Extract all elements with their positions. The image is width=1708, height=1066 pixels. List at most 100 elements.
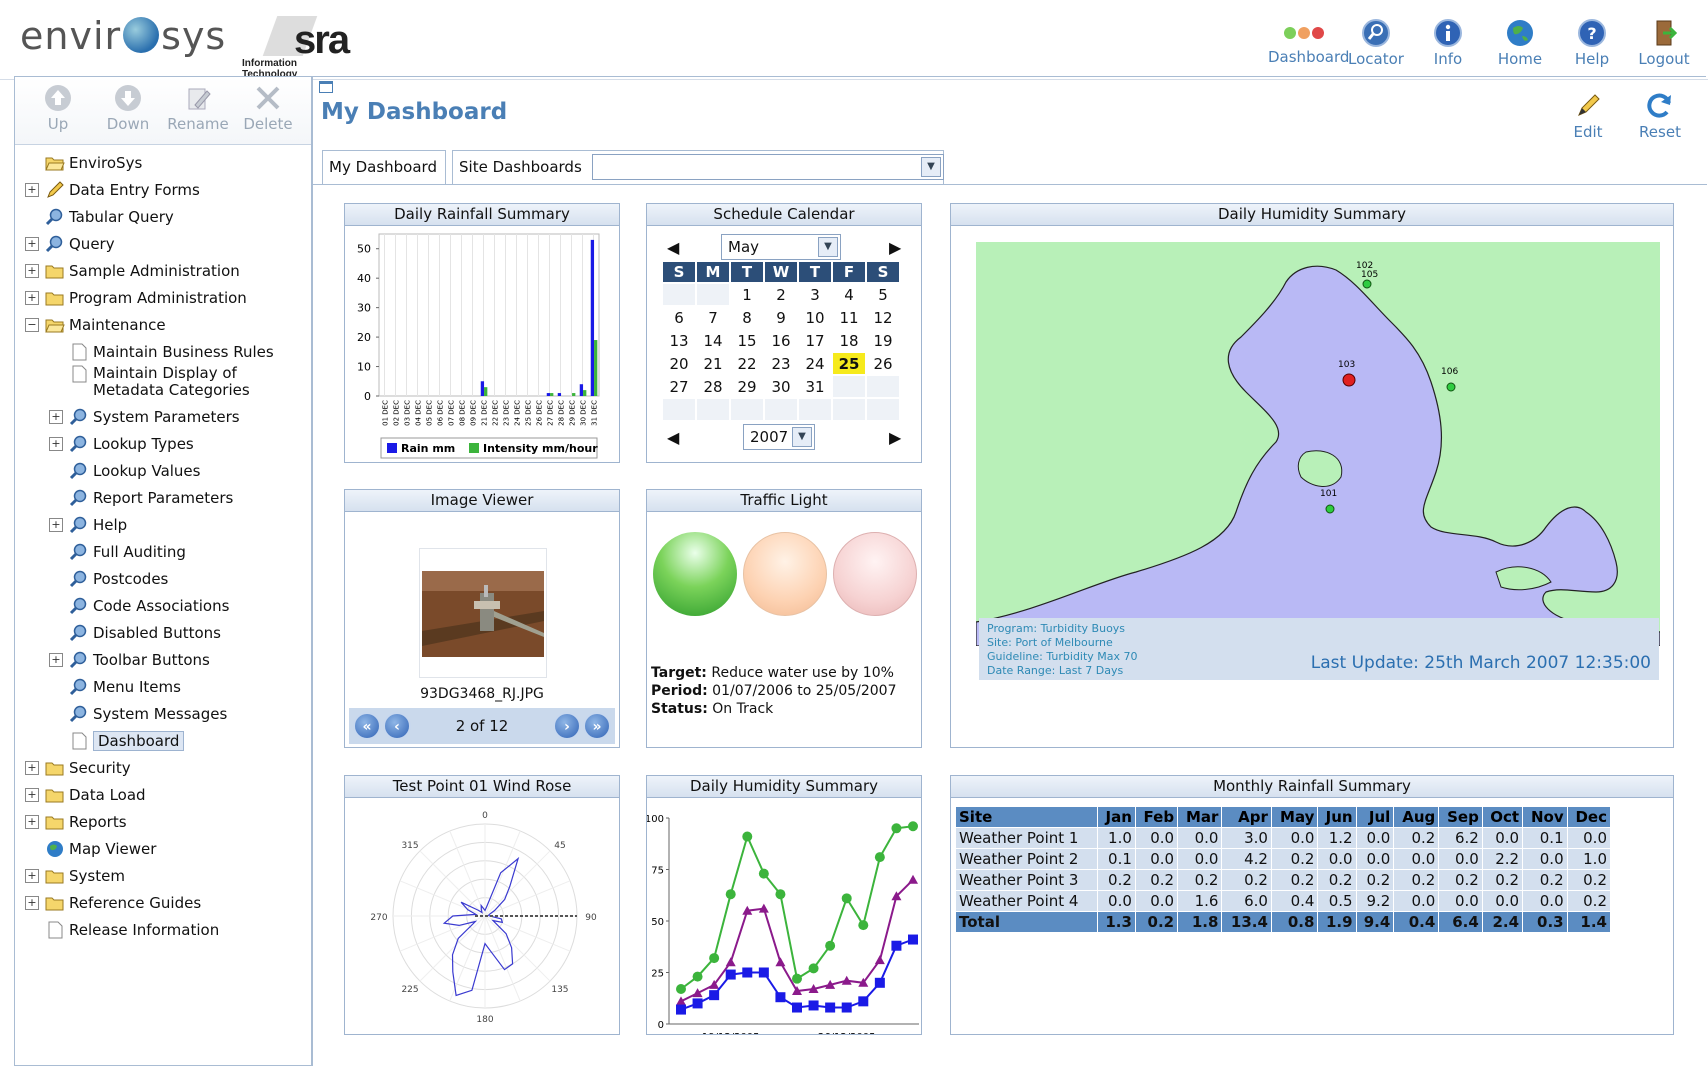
expand-icon[interactable]: + xyxy=(25,236,39,251)
calendar-day[interactable]: 29 xyxy=(731,376,763,397)
calendar-day[interactable]: 26 xyxy=(867,353,899,374)
calendar-day[interactable]: 31 xyxy=(799,376,831,397)
calendar-day[interactable]: 10 xyxy=(799,307,831,328)
calendar-day[interactable]: 6 xyxy=(663,307,695,328)
bay-map[interactable]: 102 105 103 106 101 xyxy=(976,242,1660,646)
tree-item[interactable]: Code Associations xyxy=(19,592,311,619)
tree-item[interactable]: + System xyxy=(19,862,311,889)
calendar-day[interactable]: 17 xyxy=(799,330,831,351)
tree-item[interactable]: + System Parameters xyxy=(19,403,311,430)
expand-icon[interactable]: + xyxy=(49,652,63,667)
image-thumbnail-frame[interactable] xyxy=(419,548,547,678)
expand-icon[interactable]: + xyxy=(25,895,39,910)
tab-my-dashboard[interactable]: My Dashboard xyxy=(322,150,446,184)
tree-item[interactable]: Full Auditing xyxy=(19,538,311,565)
expand-icon[interactable]: + xyxy=(25,760,39,775)
tree-item[interactable]: Map Viewer xyxy=(19,835,311,862)
tree-item[interactable]: + Lookup Types xyxy=(19,430,311,457)
calendar-day[interactable]: 20 xyxy=(663,353,695,374)
rename-button[interactable]: Rename xyxy=(163,83,233,144)
calendar-day[interactable]: 12 xyxy=(867,307,899,328)
calendar-day[interactable]: 13 xyxy=(663,330,695,351)
nav-logout-button[interactable]: Logout xyxy=(1628,18,1700,68)
calendar-day[interactable]: 2 xyxy=(765,284,797,305)
first-image-button[interactable]: « xyxy=(353,712,381,740)
calendar-day[interactable]: 7 xyxy=(697,307,729,328)
tree-item[interactable]: System Messages xyxy=(19,700,311,727)
tree-item[interactable]: Tabular Query xyxy=(19,203,311,230)
reset-button[interactable]: Reset xyxy=(1624,91,1696,141)
expand-icon[interactable]: + xyxy=(25,290,39,305)
map-point-105[interactable]: 105 xyxy=(1361,270,1378,280)
tree-item[interactable]: + Data Load xyxy=(19,781,311,808)
tree-item[interactable]: + Program Administration xyxy=(19,284,311,311)
expand-icon[interactable]: + xyxy=(25,868,39,883)
expand-icon[interactable]: + xyxy=(49,436,63,451)
nav-locator-button[interactable]: Locator xyxy=(1340,18,1412,68)
calendar-day[interactable]: 1 xyxy=(731,284,763,305)
calendar-day[interactable]: 4 xyxy=(833,284,865,305)
calendar-day[interactable]: 15 xyxy=(731,330,763,351)
next-year-arrow-icon[interactable]: ▶ xyxy=(889,428,901,447)
tree-item[interactable]: + Toolbar Buttons xyxy=(19,646,311,673)
calendar-day[interactable]: 16 xyxy=(765,330,797,351)
calendar-day[interactable]: 24 xyxy=(799,353,831,374)
calendar-day[interactable]: 22 xyxy=(731,353,763,374)
next-image-button[interactable]: › xyxy=(553,712,581,740)
expand-icon[interactable]: + xyxy=(25,787,39,802)
calendar-day[interactable]: 9 xyxy=(765,307,797,328)
site-dashboard-select[interactable]: ▼ xyxy=(592,154,944,180)
calendar-day[interactable]: 25 xyxy=(833,353,865,374)
tree-item[interactable]: Dashboard xyxy=(19,727,311,754)
prev-month-arrow-icon[interactable]: ◀ xyxy=(667,238,679,257)
collapse-icon[interactable]: − xyxy=(25,317,39,332)
tree-item[interactable]: Release Information xyxy=(19,916,311,943)
calendar-day[interactable]: 23 xyxy=(765,353,797,374)
calendar-day[interactable]: 27 xyxy=(663,376,695,397)
calendar-day[interactable]: 28 xyxy=(697,376,729,397)
year-select[interactable]: 2007 ▼ xyxy=(743,424,815,450)
down-button[interactable]: Down xyxy=(93,83,163,144)
tree-item[interactable]: Postcodes xyxy=(19,565,311,592)
tree-item[interactable]: Lookup Values xyxy=(19,457,311,484)
tree-item[interactable]: Disabled Buttons xyxy=(19,619,311,646)
tree-item[interactable]: Report Parameters xyxy=(19,484,311,511)
tree-item[interactable]: + Reference Guides xyxy=(19,889,311,916)
nav-help-button[interactable]: ? Help xyxy=(1556,18,1628,68)
calendar-day[interactable]: 18 xyxy=(833,330,865,351)
calendar-day[interactable]: 21 xyxy=(697,353,729,374)
prev-image-button[interactable]: ‹ xyxy=(383,712,411,740)
calendar-day[interactable]: 19 xyxy=(867,330,899,351)
tree-item[interactable]: + Security xyxy=(19,754,311,781)
tree-item[interactable]: EnviroSys xyxy=(19,149,311,176)
calendar-day[interactable]: 8 xyxy=(731,307,763,328)
expand-icon[interactable]: + xyxy=(25,263,39,278)
nav-info-button[interactable]: Info xyxy=(1412,18,1484,68)
tree-item[interactable]: + Query xyxy=(19,230,311,257)
up-button[interactable]: Up xyxy=(23,83,93,144)
nav-home-button[interactable]: Home xyxy=(1484,18,1556,68)
calendar-day[interactable]: 3 xyxy=(799,284,831,305)
calendar-day[interactable]: 11 xyxy=(833,307,865,328)
next-month-arrow-icon[interactable]: ▶ xyxy=(889,238,901,257)
tree-item[interactable]: − Maintenance xyxy=(19,311,311,338)
prev-year-arrow-icon[interactable]: ◀ xyxy=(667,428,679,447)
nav-dashboard-button[interactable]: Dashboard xyxy=(1268,18,1349,68)
calendar-day[interactable]: 5 xyxy=(867,284,899,305)
delete-button[interactable]: Delete xyxy=(233,83,303,144)
month-select[interactable]: May ▼ xyxy=(721,234,841,260)
tree-item[interactable]: + Help xyxy=(19,511,311,538)
tree-item[interactable]: + Reports xyxy=(19,808,311,835)
calendar-day[interactable]: 14 xyxy=(697,330,729,351)
tree-item[interactable]: Menu Items xyxy=(19,673,311,700)
tree-item[interactable]: + Sample Administration xyxy=(19,257,311,284)
tree-item[interactable]: + Data Entry Forms xyxy=(19,176,311,203)
edit-button[interactable]: Edit xyxy=(1552,91,1624,141)
expand-icon[interactable]: + xyxy=(49,517,63,532)
expand-icon[interactable]: + xyxy=(25,182,39,197)
expand-icon[interactable]: + xyxy=(49,409,63,424)
last-image-button[interactable]: » xyxy=(583,712,611,740)
tree-item[interactable]: Maintain Display of Metadata Categories xyxy=(19,365,311,403)
tree-item[interactable]: Maintain Business Rules xyxy=(19,338,311,365)
calendar-day[interactable]: 30 xyxy=(765,376,797,397)
